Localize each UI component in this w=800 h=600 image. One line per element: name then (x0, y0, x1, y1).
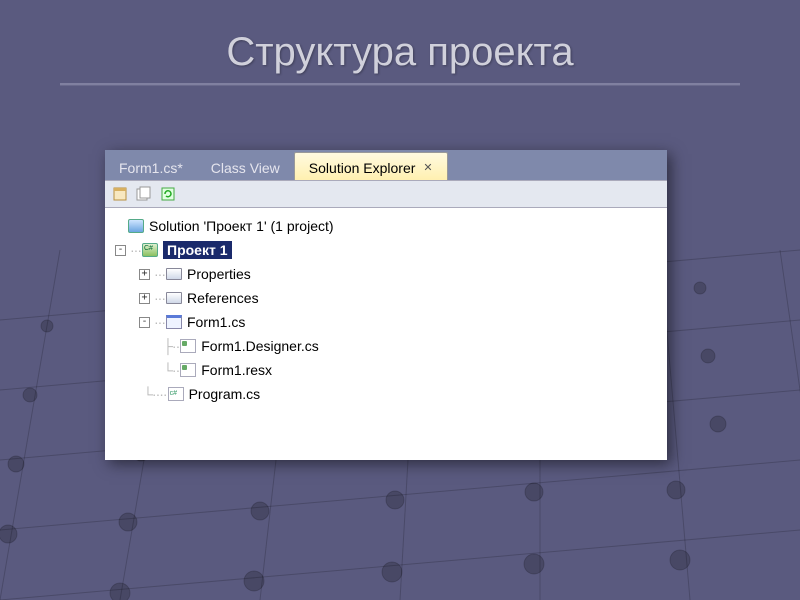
collapse-icon[interactable]: - (115, 245, 126, 256)
project-icon (141, 242, 159, 258)
references-label: References (187, 290, 259, 306)
form1-node[interactable]: - ··· Form1.cs (109, 310, 663, 334)
form1-resx-node[interactable]: └·· Form1.resx (109, 358, 663, 382)
expand-icon[interactable]: + (139, 293, 150, 304)
tab-form1[interactable]: Form1.cs* (105, 154, 197, 180)
folder-icon (165, 266, 183, 282)
project-node[interactable]: - ··· Проект 1 (109, 238, 663, 262)
title-underline (60, 83, 740, 85)
tree-connector: └···· (143, 386, 167, 402)
properties-node[interactable]: + ··· Properties (109, 262, 663, 286)
solution-node[interactable]: Solution 'Проект 1' (1 project) (109, 214, 663, 238)
refresh-icon[interactable] (159, 185, 177, 203)
solution-icon (127, 218, 145, 234)
program-node[interactable]: └···· Program.cs (109, 382, 663, 406)
project-label: Проект 1 (163, 241, 232, 259)
program-label: Program.cs (189, 386, 261, 402)
tab-solution-explorer[interactable]: Solution Explorer ✕ (294, 152, 448, 180)
properties-icon[interactable] (111, 185, 129, 203)
close-icon[interactable]: ✕ (423, 161, 432, 174)
form1-designer-label: Form1.Designer.cs (201, 338, 318, 354)
expand-icon[interactable]: + (139, 269, 150, 280)
tree-connector: └·· (163, 362, 179, 378)
tab-label: Form1.cs* (119, 160, 183, 176)
tab-label: Solution Explorer (309, 160, 416, 176)
csharp-file-icon (167, 386, 185, 402)
tree-view[interactable]: Solution 'Проект 1' (1 project) - ··· Пр… (105, 208, 667, 460)
references-icon (165, 290, 183, 306)
solution-explorer-panel: Form1.cs* Class View Solution Explorer ✕… (105, 150, 667, 460)
tab-strip: Form1.cs* Class View Solution Explorer ✕ (105, 150, 667, 180)
tree-connector: ├·· (163, 338, 179, 354)
tab-label: Class View (211, 160, 280, 176)
csharp-file-icon (179, 338, 197, 354)
tree-connector: ··· (154, 290, 165, 306)
form1-label: Form1.cs (187, 314, 245, 330)
properties-label: Properties (187, 266, 251, 282)
tab-class-view[interactable]: Class View (197, 154, 294, 180)
tree-connector: ··· (154, 266, 165, 282)
show-all-files-icon[interactable] (135, 185, 153, 203)
solution-label: Solution 'Проект 1' (1 project) (149, 218, 334, 234)
tree-connector: ··· (130, 242, 141, 258)
tree-connector: ··· (154, 314, 165, 330)
form1-designer-node[interactable]: ├·· Form1.Designer.cs (109, 334, 663, 358)
references-node[interactable]: + ··· References (109, 286, 663, 310)
form-icon (165, 314, 183, 330)
toolbar (105, 180, 667, 208)
collapse-icon[interactable]: - (139, 317, 150, 328)
form1-resx-label: Form1.resx (201, 362, 272, 378)
resx-file-icon (179, 362, 197, 378)
slide-title: Структура проекта (0, 0, 800, 75)
